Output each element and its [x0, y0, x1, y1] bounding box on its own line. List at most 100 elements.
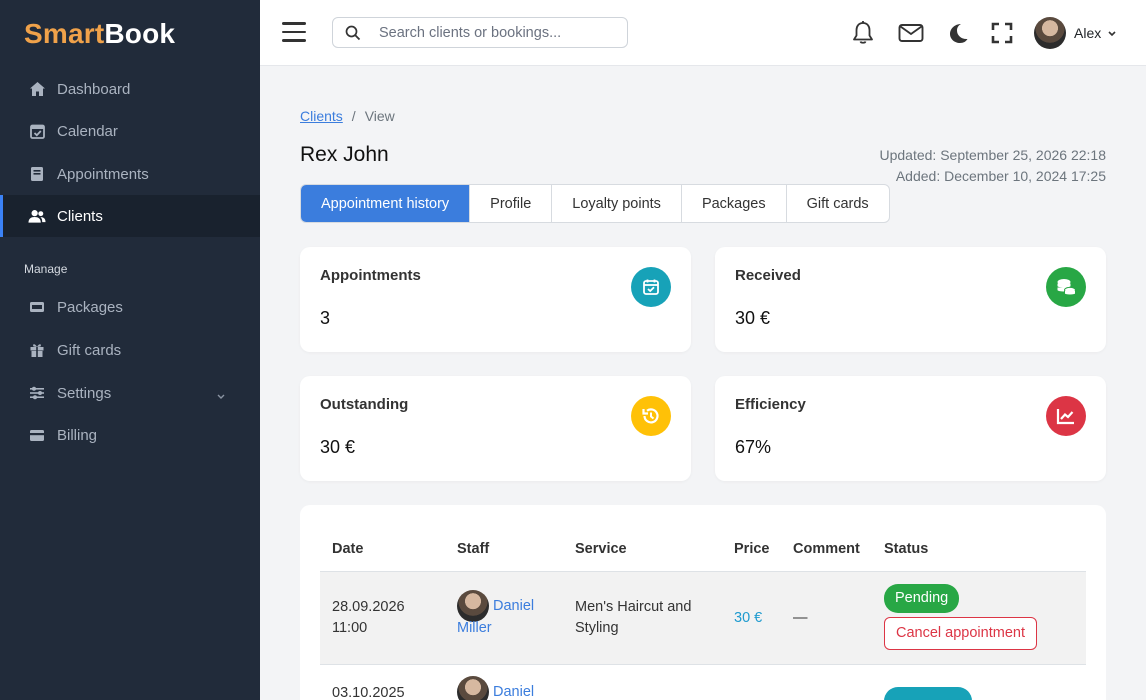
- sidebar-item-appointments[interactable]: Appointments: [0, 153, 260, 195]
- cell-status: Pending Cancel appointment: [884, 584, 1037, 650]
- cell-service: Men's Haircut and Styling: [575, 597, 691, 639]
- home-icon: [28, 80, 46, 98]
- bell-icon[interactable]: [850, 20, 876, 46]
- brand-part2: Book: [104, 18, 176, 49]
- tab-packages[interactable]: Packages: [682, 185, 787, 222]
- cell-staff: Daniel: [457, 676, 534, 700]
- sidebar-item-dashboard[interactable]: Dashboard: [0, 68, 260, 110]
- stat-label: Outstanding: [320, 396, 409, 413]
- credit-card-icon: [28, 426, 46, 444]
- sidebar-item-clients[interactable]: Clients: [0, 195, 260, 237]
- tab-appointment-history[interactable]: Appointment history: [301, 185, 471, 222]
- stat-label: Received: [735, 267, 801, 284]
- service-line: Men's Haircut and: [575, 599, 692, 615]
- sidebar-item-label: Appointments: [57, 165, 149, 183]
- column-header-status: Status: [884, 541, 929, 557]
- tab-profile[interactable]: Profile: [470, 185, 553, 222]
- column-header-price: Price: [734, 541, 770, 557]
- breadcrumb-current: View: [364, 108, 395, 124]
- column-header-staff: Staff: [457, 541, 490, 557]
- chart-line-icon: [1046, 396, 1086, 436]
- breadcrumb: Clients / View: [300, 108, 395, 124]
- cell-date: 28.09.2026 11:00: [332, 597, 405, 639]
- brand-logo[interactable]: SmartBook: [24, 18, 175, 50]
- client-tabs: Appointment history Profile Loyalty poin…: [300, 184, 890, 223]
- sidebar-item-label: Dashboard: [57, 80, 131, 98]
- sidebar-section-manage: Manage: [24, 262, 68, 276]
- sidebar-item-settings[interactable]: Settings: [0, 372, 260, 414]
- stat-value: 30 €: [320, 437, 356, 457]
- record-meta: Updated: September 25, 2026 22:18 Added:…: [879, 145, 1106, 187]
- search-box[interactable]: [332, 17, 628, 48]
- coins-icon: [1046, 267, 1086, 307]
- book-icon: [28, 165, 46, 183]
- chevron-down-icon: [1108, 30, 1116, 36]
- appointment-date: 28.09.2026: [332, 599, 405, 615]
- sidebar-item-label: Billing: [57, 426, 98, 444]
- users-icon: [28, 207, 46, 225]
- column-header-comment: Comment: [793, 541, 860, 557]
- staff-link[interactable]: Daniel: [493, 684, 534, 700]
- avatar: [457, 676, 489, 700]
- history-icon: [631, 396, 671, 436]
- sidebar-item-gift-cards[interactable]: Gift cards: [0, 329, 260, 371]
- stat-label: Appointments: [320, 267, 421, 284]
- sidebar-item-label: Gift cards: [57, 341, 122, 359]
- cell-comment: —: [793, 610, 808, 626]
- sidebar-item-calendar[interactable]: Calendar: [0, 110, 260, 152]
- cancel-appointment-button[interactable]: Cancel appointment: [884, 617, 1037, 650]
- sidebar-item-label: Settings: [57, 384, 112, 402]
- calendar-check-icon: [631, 267, 671, 307]
- user-menu[interactable]: Alex: [1034, 17, 1117, 49]
- search-icon: [345, 25, 361, 40]
- user-name: Alex: [1074, 25, 1102, 41]
- breadcrumb-clients-link[interactable]: Clients: [300, 108, 343, 124]
- sliders-icon: [28, 384, 46, 402]
- tab-gift-cards[interactable]: Gift cards: [787, 185, 889, 222]
- top-header: Alex: [260, 0, 1146, 66]
- avatar: [1034, 17, 1066, 49]
- status-badge: Pending: [884, 584, 960, 613]
- service-line: Styling: [575, 620, 619, 636]
- column-header-date: Date: [332, 541, 364, 557]
- stat-value: 30 €: [735, 308, 771, 328]
- moon-icon[interactable]: [945, 20, 971, 46]
- cell-price: 30 €: [734, 610, 763, 626]
- appointment-time: 11:00: [332, 620, 368, 636]
- table-row[interactable]: 03.10.2025 Daniel: [320, 665, 1086, 700]
- page-title: Rex John: [300, 143, 389, 166]
- menu-toggle-icon[interactable]: [282, 22, 306, 42]
- chevron-down-icon[interactable]: [216, 387, 226, 404]
- search-input[interactable]: [379, 24, 609, 41]
- appointments-table: Date Staff Service Price Comment Status …: [300, 505, 1106, 700]
- table-header: Date Staff Service Price Comment Status: [320, 541, 1086, 571]
- stat-card-appointments: Appointments 3: [300, 247, 691, 352]
- tab-loyalty-points[interactable]: Loyalty points: [552, 185, 682, 222]
- calendar-check-icon: [28, 122, 46, 140]
- sidebar-item-label: Clients: [57, 207, 103, 225]
- staff-link[interactable]: Daniel: [493, 598, 534, 614]
- stat-value: 3: [320, 308, 331, 328]
- stat-card-outstanding: Outstanding 30 €: [300, 376, 691, 481]
- breadcrumb-separator: /: [351, 108, 356, 124]
- sidebar-item-label: Packages: [57, 298, 123, 316]
- package-icon: [28, 298, 46, 316]
- stat-card-received: Received 30 €: [715, 247, 1106, 352]
- updated-timestamp: Updated: September 25, 2026 22:18: [879, 147, 1106, 163]
- cell-staff: Daniel Miller: [457, 590, 567, 639]
- status-badge: [884, 687, 972, 700]
- sidebar-item-billing[interactable]: Billing: [0, 414, 260, 456]
- sidebar-item-label: Calendar: [57, 122, 118, 140]
- stat-label: Efficiency: [735, 396, 806, 413]
- sidebar-item-packages[interactable]: Packages: [0, 286, 260, 328]
- stat-value: 67%: [735, 437, 772, 457]
- brand-part1: Smart: [24, 18, 105, 49]
- fullscreen-icon[interactable]: [989, 20, 1015, 46]
- gift-icon: [28, 341, 46, 359]
- added-timestamp: Added: December 10, 2024 17:25: [895, 168, 1106, 184]
- column-header-service: Service: [575, 541, 627, 557]
- cell-date: 03.10.2025: [332, 685, 405, 700]
- mail-icon[interactable]: [898, 20, 924, 46]
- table-row[interactable]: 28.09.2026 11:00 Daniel Miller Men's Hai…: [320, 571, 1086, 665]
- sidebar: SmartBook Dashboard Calendar Appointment…: [0, 0, 260, 700]
